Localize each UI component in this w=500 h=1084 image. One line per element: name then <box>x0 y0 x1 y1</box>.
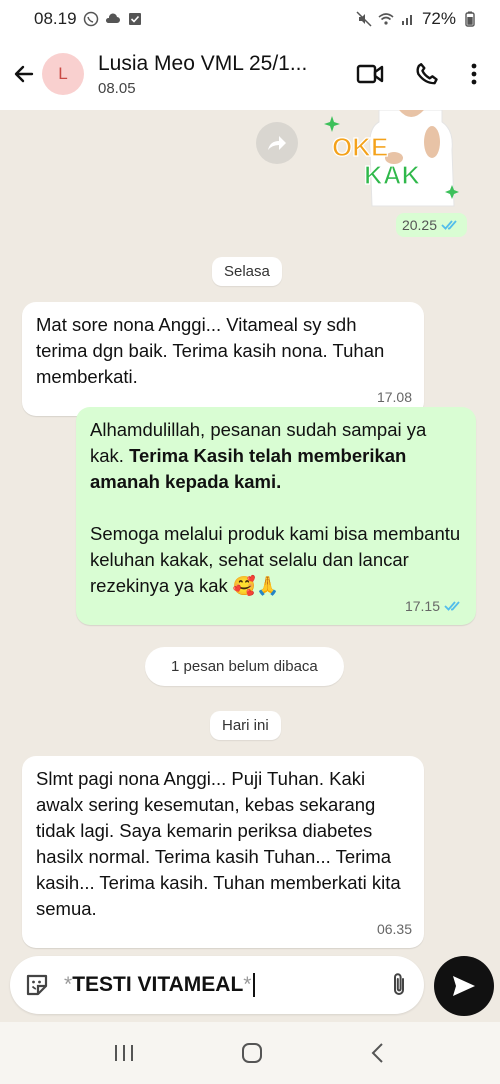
message-composer[interactable]: *TESTI VITAMEAL* <box>10 956 424 1014</box>
forward-button[interactable] <box>256 122 298 164</box>
back-button[interactable] <box>6 56 42 92</box>
video-call-icon[interactable] <box>356 63 384 85</box>
avatar[interactable]: L <box>42 53 84 95</box>
read-ticks-icon <box>444 601 460 611</box>
sticker-text-kak: KAK <box>364 160 421 190</box>
message-bubble-incoming[interactable]: Slmt pagi nona Anggi... Puji Tuhan. Kaki… <box>22 756 424 948</box>
more-icon[interactable] <box>470 62 478 86</box>
contact-name: Lusia Meo VML 25/1... <box>98 51 308 75</box>
message-bubble-incoming[interactable]: Mat sore nona Anggi... Vitameal sy sdh t… <box>22 302 424 416</box>
chat-header: L Lusia Meo VML 25/1... 08.05 <box>0 38 500 110</box>
system-nav-bar <box>0 1022 500 1084</box>
chat-area[interactable]: OKE KAK 20.25 Selasa Mat sore nona Anggi… <box>0 110 500 1022</box>
forward-icon <box>268 136 286 150</box>
send-icon <box>453 976 475 996</box>
date-chip-today: Hari ini <box>210 711 281 740</box>
mute-icon <box>356 11 372 27</box>
message-text-bold: Terima Kasih telah memberikan amanah kep… <box>90 445 407 492</box>
home-icon[interactable] <box>240 1041 264 1065</box>
wifi-icon <box>378 13 394 25</box>
sticker-icon[interactable] <box>24 972 50 998</box>
oke-kak-sticker: OKE KAK <box>324 110 459 207</box>
sticker-message[interactable]: OKE KAK <box>324 110 464 210</box>
contact-info[interactable]: Lusia Meo VML 25/1... 08.05 <box>98 52 328 97</box>
attach-icon[interactable] <box>388 971 410 999</box>
recents-icon[interactable] <box>112 1043 136 1063</box>
message-time: 06.35 <box>376 921 412 937</box>
phone-icon[interactable] <box>414 61 440 87</box>
message-text: Mat sore nona Anggi... Vitameal sy sdh t… <box>36 314 385 387</box>
date-chip-selasa: Selasa <box>212 257 282 286</box>
send-button[interactable] <box>434 956 494 1016</box>
status-time: 08.19 <box>34 9 77 28</box>
read-ticks-icon <box>441 220 457 230</box>
back-arrow-icon <box>14 65 34 83</box>
cloud-icon <box>105 13 120 23</box>
message-time: 17.15 <box>405 593 464 619</box>
message-input[interactable]: *TESTI VITAMEAL* <box>64 973 388 998</box>
back-nav-icon[interactable] <box>368 1041 388 1065</box>
message-text: Slmt pagi nona Anggi... Puji Tuhan. Kaki… <box>36 768 401 919</box>
sticker-time: 20.25 <box>401 217 437 233</box>
message-text-second: Semoga melalui produk kami bisa membantu… <box>90 523 461 596</box>
whatsapp-notification-icon <box>83 11 98 27</box>
text-caret <box>253 973 256 998</box>
battery-icon <box>465 11 475 27</box>
status-bar: 08.19 72% <box>0 0 500 38</box>
unread-messages-chip: 1 pesan belum dibaca <box>145 647 344 686</box>
signal-icon <box>401 15 412 25</box>
battery-level: 72% <box>421 9 456 28</box>
last-seen: 08.05 <box>98 79 136 97</box>
checkbox-notification-icon <box>128 13 141 25</box>
message-bubble-outgoing[interactable]: Alhamdulillah, pesanan sudah sampai ya k… <box>76 407 476 625</box>
sticker-text-oke: OKE <box>332 132 388 162</box>
sticker-timestamp: 20.25 <box>395 213 467 237</box>
